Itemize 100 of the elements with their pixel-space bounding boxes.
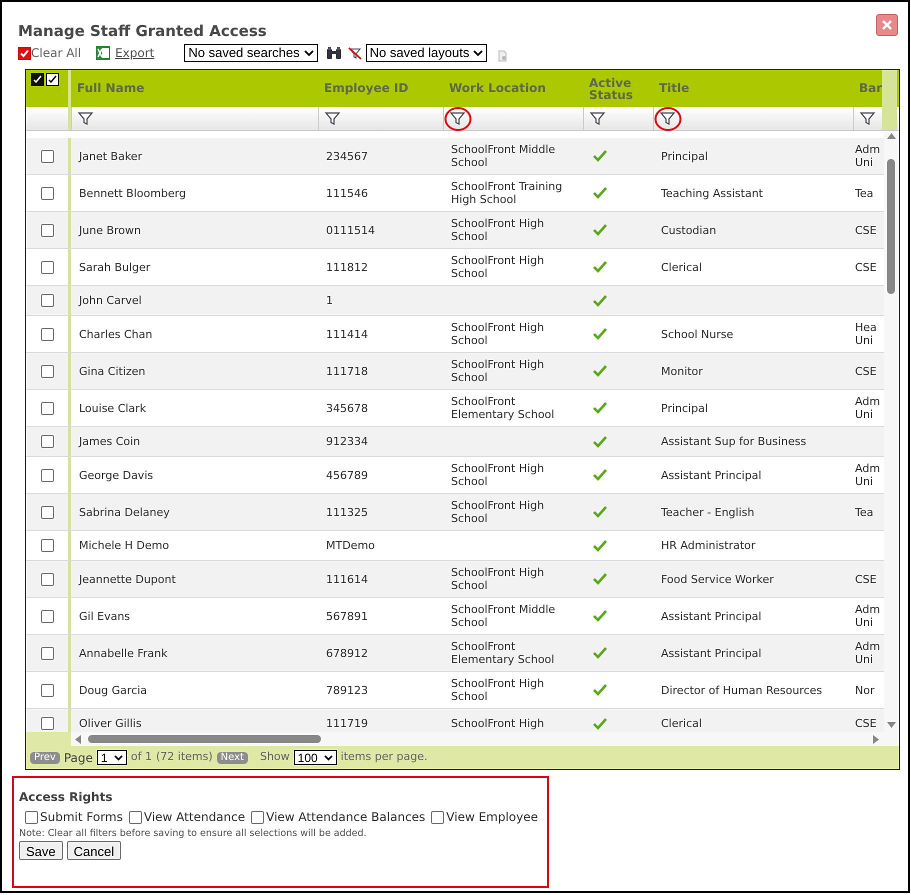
location-cell-text: SchoolFront High: [451, 717, 546, 730]
row-checkbox[interactable]: [40, 328, 54, 340]
title-cell: Custodian: [661, 224, 716, 236]
employee-id-cell: 111718: [326, 364, 368, 378]
employee-id-cell: 456789: [326, 468, 368, 482]
per-page-dropdown[interactable]: 100: [294, 750, 337, 765]
row-checkbox[interactable]: [40, 539, 54, 552]
dialog-title: Manage Staff Granted Access: [18, 21, 267, 41]
filter-icon[interactable]: [654, 106, 682, 130]
row-checkbox[interactable]: [40, 186, 54, 200]
row-checkbox[interactable]: [40, 294, 54, 307]
checkbox[interactable]: [431, 810, 444, 824]
section-title: Access Rights: [19, 789, 114, 805]
row-checkbox[interactable]: [40, 684, 54, 696]
row-checkbox[interactable]: [40, 224, 54, 236]
checkbox[interactable]: [251, 810, 264, 824]
name-cell: Janet Baker: [79, 150, 142, 162]
employee-id-cell: 678912: [326, 646, 368, 660]
table-cell-text: CSE: [855, 260, 878, 274]
title-cell: School Nurse: [661, 328, 734, 340]
scrollbar-thumb[interactable]: [88, 735, 321, 743]
table-cell-text: CSE: [855, 572, 878, 586]
employee-id-cell: 111325: [326, 506, 368, 518]
title-cell: Assistant Sup for Business: [661, 435, 806, 448]
scrollbar-thumb[interactable]: [887, 159, 895, 294]
name-cell: Oliver Gillis: [79, 717, 142, 730]
row-checkbox[interactable]: [40, 150, 54, 162]
location-cell-text: SchoolFront High School: [451, 566, 546, 592]
row-checkbox[interactable]: [40, 435, 54, 448]
title-cell: Clerical: [661, 717, 702, 730]
scroll-left-icon[interactable]: [75, 735, 81, 744]
page-dropdown[interactable]: 1: [96, 750, 127, 765]
page-label: Page: [64, 750, 93, 766]
table-cell-text: Tea: [855, 506, 874, 518]
row-checkbox[interactable]: [40, 260, 54, 274]
clear-filter-icon[interactable]: [348, 46, 362, 60]
location-cell-text: SchoolFront Training High School: [451, 180, 564, 206]
checkbox[interactable]: [18, 46, 31, 60]
title-cell: Assistant Principal: [661, 468, 762, 482]
close-icon[interactable]: [881, 19, 893, 31]
title-cell: HR Administrator: [661, 539, 756, 552]
name-cell: Sabrina Delaney: [79, 506, 170, 518]
caret-icon[interactable]: [114, 754, 123, 760]
employee-id-cell: 1: [326, 294, 333, 307]
checkbox[interactable]: [128, 810, 142, 824]
row-checkbox[interactable]: [40, 402, 54, 414]
employee-id-cell: 111414: [326, 328, 368, 340]
close-button[interactable]: [876, 14, 898, 36]
table-cell-text: Adm Uni: [855, 603, 882, 629]
employee-id-cell: 111546: [326, 186, 368, 200]
table-cell-text: Tea: [855, 186, 874, 200]
location-cell-text: SchoolFront High School: [451, 254, 546, 280]
title-cell: Principal: [661, 150, 708, 162]
name-cell: June Brown: [79, 224, 141, 236]
checkbox-label[interactable]: View Employee: [446, 808, 538, 826]
save-button[interactable]: Save: [19, 841, 63, 860]
scroll-down-icon[interactable]: [887, 722, 896, 728]
checkbox-label[interactable]: View Attendance: [144, 808, 246, 826]
cancel-button[interactable]: Cancel: [66, 841, 122, 860]
filter-icon[interactable]: [444, 106, 472, 130]
saved-searches-dropdown[interactable]: No saved searches: [184, 44, 318, 62]
name-cell: Michele H Demo: [79, 539, 170, 552]
caret-icon[interactable]: [324, 754, 333, 760]
clear-all-link[interactable]: Clear All: [31, 44, 82, 62]
row-checkbox[interactable]: [40, 572, 54, 586]
employee-id-cell: 567891: [326, 610, 368, 622]
table-cell-text: Adm Uni: [855, 395, 882, 421]
table-cell-text: Adm Uni: [855, 462, 882, 488]
caret-icon[interactable]: [473, 50, 484, 56]
title-cell: Director of Human Resources: [661, 684, 822, 696]
row-checkbox[interactable]: [40, 506, 54, 518]
name-cell: Gina Citizen: [79, 364, 146, 378]
title-cell: Assistant Principal: [661, 610, 762, 622]
checkbox[interactable]: [25, 810, 38, 824]
employee-id-cell: 234567: [326, 150, 368, 162]
row-checkbox[interactable]: [40, 610, 54, 622]
show-label: Show: [260, 749, 290, 766]
row-checkbox[interactable]: [40, 468, 54, 482]
binoculars-icon[interactable]: [326, 46, 342, 60]
export-link[interactable]: Export: [115, 44, 154, 62]
employee-id-cell: 345678: [326, 402, 368, 414]
checkbox-label[interactable]: View Attendance Balances: [266, 808, 426, 826]
location-cell-text: SchoolFront High School: [451, 677, 546, 703]
name-cell: Gil Evans: [79, 610, 130, 622]
filter-row-filler: [882, 107, 897, 130]
location-cell-text: SchoolFront High School: [451, 321, 546, 347]
scroll-right-icon[interactable]: [873, 735, 879, 744]
checkbox-label[interactable]: Submit Forms: [40, 808, 123, 826]
horizontal-scrollbar[interactable]: [71, 732, 899, 746]
row-checkbox[interactable]: [40, 646, 54, 660]
name-cell: James Coin: [79, 435, 140, 448]
row-checkbox[interactable]: [40, 717, 54, 730]
row-checkbox[interactable]: [40, 364, 54, 378]
caret-icon[interactable]: [304, 50, 314, 56]
table-cell-text: CSE: [855, 717, 878, 730]
employee-id-cell: 0111514: [326, 224, 375, 236]
spreadsheet-icon[interactable]: [95, 45, 112, 61]
vertical-scrollbar[interactable]: [884, 131, 899, 732]
table-cell-text: CSE: [855, 224, 878, 236]
saved-layouts-dropdown[interactable]: No saved layouts: [366, 44, 488, 62]
